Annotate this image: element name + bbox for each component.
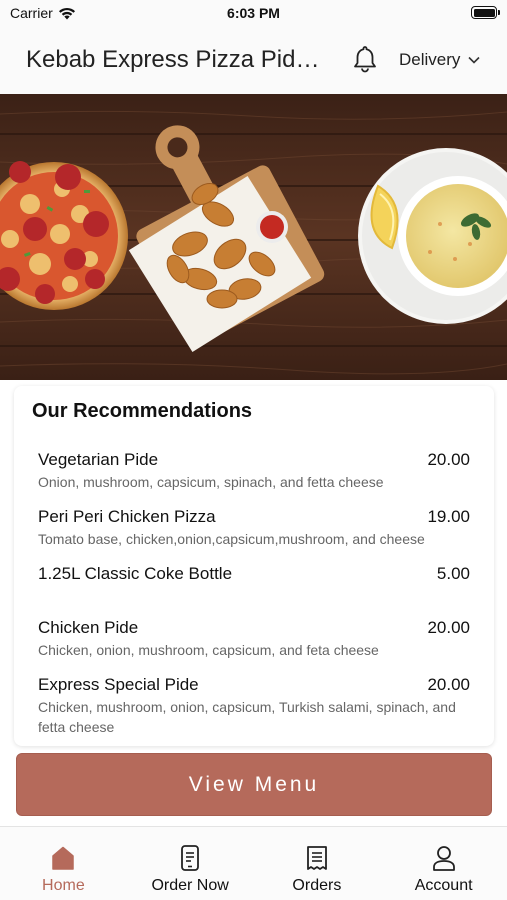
delivery-label: Delivery (399, 50, 461, 69)
recommendations-card: Our Recommendations Vegetarian Pide 20.0… (14, 386, 494, 746)
bottom-tab-bar: Home Order Now Orders Account (0, 826, 507, 900)
home-icon (48, 843, 78, 873)
item-description: Chicken, onion, mushroom, capsicum, and … (38, 642, 379, 658)
phone-order-icon (175, 843, 205, 873)
recommendations-title: Our Recommendations (32, 400, 253, 422)
tab-label: Orders (292, 877, 342, 894)
item-price: 20.00 (427, 450, 470, 469)
view-menu-button[interactable]: View Menu (16, 753, 492, 816)
list-item[interactable]: Peri Peri Chicken Pizza 19.00 Tomato bas… (38, 507, 470, 549)
tab-account[interactable]: Account (380, 827, 507, 900)
person-icon (429, 843, 459, 873)
receipt-icon (302, 843, 332, 873)
list-item[interactable]: Vegetarian Pide 20.00 Onion, mushroom, c… (38, 450, 470, 492)
bell-icon[interactable] (350, 44, 380, 74)
list-item[interactable]: 1.25L Classic Coke Bottle 5.00 (38, 564, 470, 584)
hero-image (0, 94, 507, 380)
item-price: 20.00 (427, 618, 470, 637)
item-description: Chicken, mushroom, onion, capsicum, Turk… (38, 699, 456, 735)
tab-order-now[interactable]: Order Now (127, 827, 254, 900)
battery-icon (471, 6, 500, 19)
app-header: Kebab Express Pizza Pide… Delivery (0, 26, 507, 94)
tab-orders[interactable]: Orders (254, 827, 381, 900)
item-name: Vegetarian Pide (38, 450, 159, 469)
chevron-down-icon (468, 56, 480, 64)
item-description: Tomato base, chicken,onion,capsicum,mush… (38, 531, 425, 547)
list-item[interactable]: Chicken Pide 20.00 Chicken, onion, mushr… (38, 618, 470, 660)
store-title: Kebab Express Pizza Pide… (26, 46, 332, 73)
item-price: 19.00 (427, 507, 470, 526)
status-bar: Carrier 6:03 PM (0, 0, 507, 26)
tab-label: Home (42, 877, 85, 894)
item-price: 5.00 (436, 564, 470, 583)
item-description: Onion, mushroom, capsicum, spinach, and … (38, 474, 384, 490)
tab-home[interactable]: Home (0, 827, 127, 900)
delivery-selector[interactable]: Delivery (399, 50, 480, 70)
item-name: Peri Peri Chicken Pizza (38, 507, 216, 526)
item-name: 1.25L Classic Coke Bottle (38, 564, 233, 583)
item-name: Express Special Pide (38, 675, 199, 694)
clock: 6:03 PM (227, 5, 280, 21)
tab-label: Order Now (151, 877, 229, 894)
item-name: Chicken Pide (38, 618, 139, 637)
tab-label: Account (414, 877, 473, 894)
list-item[interactable]: Express Special Pide 20.00 Chicken, mush… (38, 675, 470, 737)
item-price: 20.00 (427, 675, 470, 694)
